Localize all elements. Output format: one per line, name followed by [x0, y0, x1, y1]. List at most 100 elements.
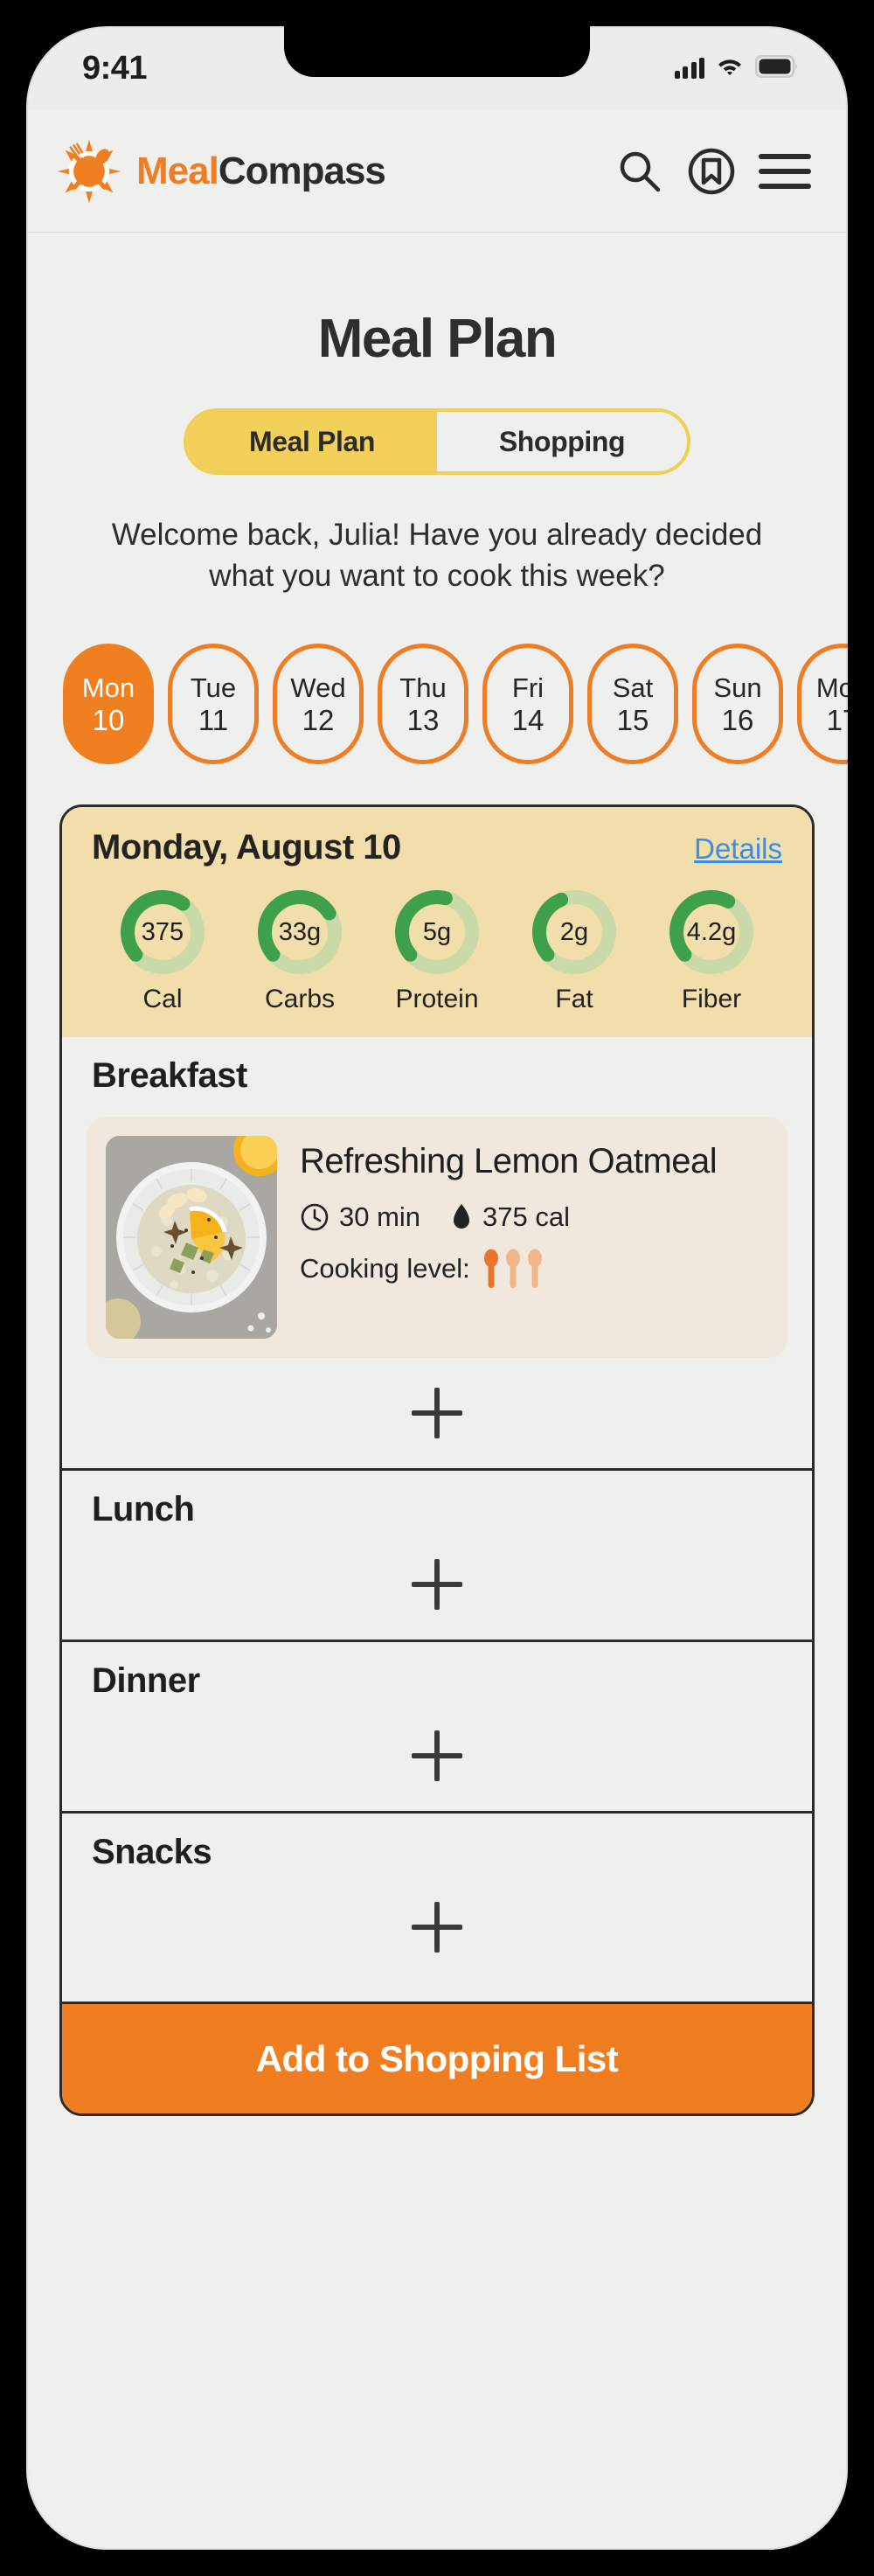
meal-section-breakfast: Breakfast Refreshing Lemon Oatmeal 30 min 3…	[62, 1037, 812, 1469]
day-pill-weekday: Thu	[399, 672, 447, 703]
brand-wordmark: MealCompass	[136, 149, 386, 193]
cooking-level-label: Cooking level:	[300, 1253, 470, 1285]
day-pill-thu-13[interactable]: Thu 13	[378, 644, 468, 765]
recipe-calories: 375 cal	[450, 1201, 570, 1233]
recipe-time: 30 min	[300, 1201, 420, 1233]
header-actions	[615, 147, 811, 196]
day-plan-card: Monday, August 10 Details 375 Cal 33g Carbs…	[59, 804, 815, 2117]
search-icon[interactable]	[615, 147, 664, 196]
status-bar-icons	[674, 54, 800, 82]
meal-section-title: Snacks	[92, 1833, 212, 1872]
day-pill-tue-11[interactable]: Tue 11	[168, 644, 259, 765]
nutrition-header-row: Monday, August 10 Details	[92, 828, 782, 867]
add-meal-plus-icon[interactable]	[412, 1902, 462, 1953]
cooking-level-spoons	[482, 1249, 544, 1289]
day-pill-daynum: 17	[826, 703, 848, 736]
nutrition-ring-cal: 375 Cal	[97, 887, 228, 1014]
ring-graphic: 4.2g	[666, 887, 757, 978]
day-pill-daynum: 10	[92, 703, 125, 736]
nutrition-value: 4.2g	[686, 917, 737, 946]
nutrition-value: 33g	[278, 917, 322, 946]
nutrition-ring-fat: 2g Fat	[509, 887, 640, 1014]
nutrition-summary: Monday, August 10 Details 375 Cal 33g Carbs…	[62, 807, 812, 1038]
tab-meal-plan[interactable]: Meal Plan	[187, 412, 437, 471]
nutrition-ring-fiber: 4.2g Fiber	[646, 887, 777, 1014]
day-pill-weekday: Mon	[815, 672, 848, 703]
view-toggle: Meal Plan Shopping	[184, 408, 690, 475]
day-pill-mon-10[interactable]: Mon 10	[63, 644, 154, 765]
compass-fork-spoon-logo-icon	[56, 138, 122, 205]
day-selector-strip[interactable]: Mon10Tue11Wed12Thu13Fri14Sat15Sun16Mon17	[26, 644, 848, 765]
nutrition-value: 375	[141, 917, 184, 946]
ring-graphic: 2g	[529, 887, 620, 978]
meal-section-dinner: Dinner	[62, 1640, 812, 1812]
meal-section-lunch: Lunch	[62, 1468, 812, 1640]
phone-notch	[284, 26, 590, 77]
nutrition-ring-carbs: 33g Carbs	[234, 887, 365, 1014]
bookmark-icon[interactable]	[687, 147, 736, 196]
ring-graphic: 375	[117, 887, 208, 978]
status-bar-time: 9:41	[82, 49, 148, 87]
add-meal-row-lunch[interactable]	[62, 1529, 812, 1640]
add-meal-plus-icon[interactable]	[412, 1730, 462, 1781]
recipe-cooking-level: Cooking level:	[300, 1249, 768, 1289]
day-pill-weekday: Tue	[190, 672, 237, 703]
day-pill-daynum: 12	[302, 703, 335, 736]
day-card-date: Monday, August 10	[92, 828, 401, 867]
nutrition-value: 2g	[559, 917, 589, 946]
day-pill-daynum: 14	[511, 703, 545, 736]
ring-graphic: 33g	[254, 887, 345, 978]
recipe-meta: 30 min 375 cal	[300, 1201, 768, 1233]
day-pill-daynum: 11	[198, 703, 229, 736]
welcome-message: Welcome back, Julia! Have you already de…	[111, 518, 763, 593]
flame-icon	[454, 1204, 470, 1229]
phone-frame: 9:41 MealCompass Meal Plan Meal Plan Sho…	[7, 7, 867, 2569]
add-meal-plus-icon[interactable]	[412, 1388, 462, 1438]
day-pill-fri-14[interactable]: Fri 14	[482, 644, 573, 765]
meal-section-title: Breakfast	[92, 1056, 247, 1096]
nutrition-label: Fat	[555, 985, 593, 1014]
day-pill-mon-17[interactable]: Mon17	[797, 644, 848, 765]
recipe-info: Refreshing Lemon Oatmeal 30 min 375 cal Coo…	[300, 1136, 768, 1339]
tab-shopping[interactable]: Shopping	[437, 412, 687, 471]
details-link[interactable]: Details	[694, 832, 782, 866]
day-pill-weekday: Sat	[612, 672, 654, 703]
add-to-shopping-list-button[interactable]: Add to Shopping List	[62, 2002, 812, 2114]
app-body: Meal Plan Meal Plan Shopping Welcome bac…	[26, 233, 848, 2550]
day-pill-weekday: Sun	[713, 672, 762, 703]
day-pill-sun-16[interactable]: Sun 16	[692, 644, 783, 765]
battery-full-icon	[754, 54, 799, 82]
day-pill-weekday: Mon	[81, 672, 135, 703]
recipe-name: Refreshing Lemon Oatmeal	[300, 1142, 718, 1181]
hamburger-menu-icon[interactable]	[759, 147, 811, 196]
add-meal-row-dinner[interactable]	[62, 1701, 812, 1811]
day-pill-sat-15[interactable]: Sat 15	[587, 644, 678, 765]
meal-sections: Breakfast Refreshing Lemon Oatmeal 30 min 3…	[62, 1037, 812, 1983]
recipe-calories-value: 375 cal	[482, 1201, 571, 1233]
recipe-time-value: 30 min	[339, 1201, 421, 1233]
nutrition-label: Carbs	[264, 985, 336, 1014]
page-title: Meal Plan	[317, 309, 558, 369]
add-meal-row-snacks[interactable]	[62, 1872, 812, 1982]
add-meal-plus-icon[interactable]	[412, 1559, 462, 1610]
app-header: MealCompass	[26, 110, 848, 233]
meal-section-title: Dinner	[92, 1661, 200, 1701]
nutrition-rings: 375 Cal 33g Carbs 5g Protein 2g Fat 4.2g Fiber	[92, 887, 782, 1014]
day-pill-wed-12[interactable]: Wed 12	[273, 644, 364, 765]
brand-name-second: Compass	[218, 149, 386, 192]
spoon-icon	[527, 1249, 542, 1289]
day-pill-weekday: Wed	[290, 672, 346, 703]
meal-section-snacks: Snacks	[62, 1811, 812, 1983]
recipe-card[interactable]: Refreshing Lemon Oatmeal 30 min 375 cal Coo…	[87, 1117, 787, 1359]
signal-bars-icon	[674, 58, 704, 79]
nutrition-label: Cal	[142, 985, 183, 1014]
app-brand[interactable]: MealCompass	[56, 138, 386, 205]
day-pill-daynum: 15	[616, 703, 649, 736]
add-meal-row-breakfast[interactable]	[62, 1358, 812, 1468]
brand-name-first: Meal	[136, 149, 219, 192]
day-pill-daynum: 13	[406, 703, 440, 736]
nutrition-label: Protein	[395, 985, 479, 1014]
spoon-icon	[505, 1249, 520, 1289]
nutrition-ring-protein: 5g Protein	[371, 887, 503, 1014]
nutrition-value: 5g	[422, 917, 452, 946]
